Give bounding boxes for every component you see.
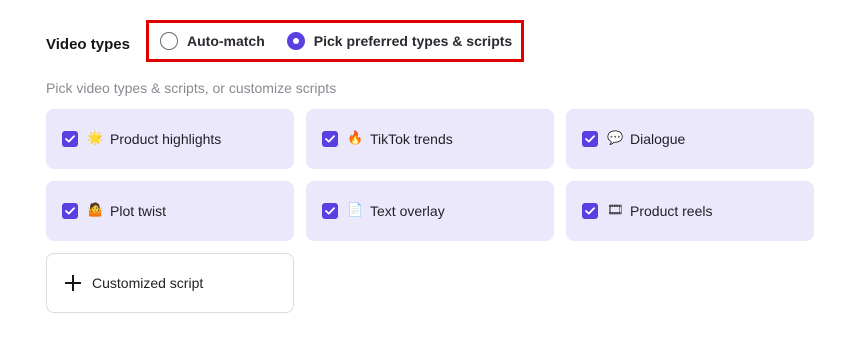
type-label: Product highlights [110,131,222,147]
radio-selected-icon[interactable] [286,32,305,50]
type-card-product-highlights[interactable]: 🌟 Product highlights [46,109,294,169]
type-label: Product reels [630,203,713,219]
radio-circle-icon[interactable] [160,32,178,50]
person-shrug-icon: 🤷 [87,203,104,218]
type-label: Dialogue [630,131,686,147]
customized-script-button[interactable]: Customized script [46,253,294,313]
radio-auto-match[interactable]: Auto-match [160,23,265,59]
video-types-header: Video types [46,22,140,66]
type-card-plot-twist[interactable]: 🤷 Plot twist [46,181,294,241]
plus-icon [65,275,81,291]
customized-script-label: Customized script [92,275,204,291]
speech-bubble-icon: 💬 [607,131,624,146]
checkbox-checked-icon[interactable] [62,203,78,219]
film-reel-icon: 🎞 [607,203,624,218]
type-card-product-reels[interactable]: 🎞 Product reels [566,181,814,241]
type-card-tiktok-trends[interactable]: 🔥 TikTok trends [306,109,554,169]
hint-text: Pick video types & scripts, or customize… [46,80,337,96]
checkbox-checked-icon[interactable] [322,203,338,219]
type-label: Plot twist [110,203,167,219]
type-card-dialogue[interactable]: 💬 Dialogue [566,109,814,169]
checkbox-checked-icon[interactable] [582,203,598,219]
fire-icon: 🔥 [347,131,364,146]
checkbox-checked-icon[interactable] [62,131,78,147]
radio-label: Pick preferred types & scripts [313,33,513,49]
type-label: Text overlay [370,203,445,219]
checkbox-checked-icon[interactable] [322,131,338,147]
checkbox-checked-icon[interactable] [582,131,598,147]
document-icon: 📄 [347,203,364,218]
type-label: TikTok trends [370,131,453,147]
mode-radio-group: Auto-match Pick preferred types & script… [146,20,524,62]
radio-label: Auto-match [187,33,265,49]
radio-pick-preferred[interactable]: Pick preferred types & scripts [286,23,513,59]
sparkle-sun-icon: 🌟 [87,131,104,146]
type-card-text-overlay[interactable]: 📄 Text overlay [306,181,554,241]
section-label: Video types [46,35,130,53]
